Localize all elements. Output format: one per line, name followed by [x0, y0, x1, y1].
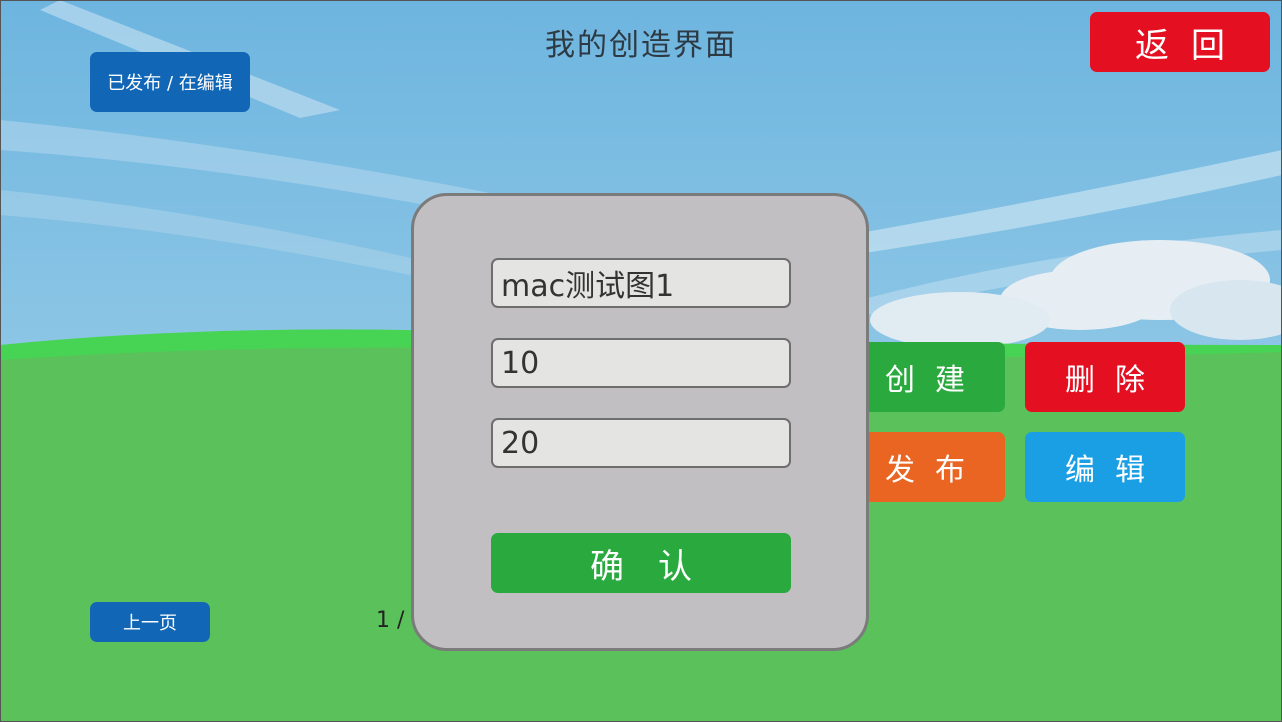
delete-button[interactable]: 删除 — [1025, 342, 1185, 412]
publish-button[interactable]: 发布 — [845, 432, 1005, 502]
create-button[interactable]: 创建 — [845, 342, 1005, 412]
published-editing-toggle-button[interactable]: 已发布 / 在编辑 — [90, 52, 250, 112]
back-button[interactable]: 返回 — [1090, 12, 1270, 72]
edit-button[interactable]: 编辑 — [1025, 432, 1185, 502]
confirm-button[interactable]: 确认 — [491, 533, 791, 593]
map-height-input[interactable] — [491, 418, 791, 468]
previous-page-button[interactable]: 上一页 — [90, 602, 210, 642]
map-width-input[interactable] — [491, 338, 791, 388]
map-name-input[interactable] — [491, 258, 791, 308]
create-map-dialog: 确认 — [411, 193, 869, 651]
